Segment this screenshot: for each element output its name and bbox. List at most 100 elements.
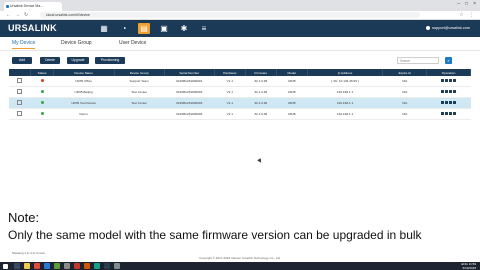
provisioning-button[interactable]: Provisioning: [95, 57, 125, 64]
delete-icon[interactable]: [453, 90, 457, 93]
file-explorer-icon[interactable]: [24, 263, 30, 269]
share-icon[interactable]: [449, 90, 453, 93]
expire-at: N/A: [382, 76, 427, 87]
hardware: V1.1: [214, 86, 246, 98]
col-device-name[interactable]: Device Name: [53, 69, 115, 76]
search-icon[interactable]: ⌕: [445, 57, 452, 64]
ip-address: [ 4G: 10.134.45.99 ]: [307, 76, 383, 87]
app-icon[interactable]: [104, 263, 110, 269]
app-icon[interactable]: [44, 263, 50, 269]
chrome-icon[interactable]: [34, 263, 40, 269]
address-bar-row: ← → ↻ cloud.ursalink.com/#!/device ☆ ⋮: [0, 11, 480, 20]
firmware: 32.1.0.96: [245, 108, 277, 120]
tab-my-device[interactable]: My Device: [12, 40, 36, 49]
device-name: Demo: [53, 108, 115, 120]
menu-icon[interactable]: ≡: [198, 23, 210, 34]
reload-icon[interactable]: ↻: [24, 12, 28, 18]
share-icon[interactable]: [449, 79, 453, 82]
user-account[interactable]: support@ursalink.com: [426, 26, 470, 30]
delete-icon[interactable]: [453, 101, 457, 104]
col-hardware[interactable]: Hardware: [214, 69, 246, 76]
status-offline-dot: [40, 79, 44, 82]
mouse-cursor-icon: [257, 158, 263, 164]
settings-icon[interactable]: [444, 90, 448, 93]
row-checkbox[interactable]: [17, 111, 23, 116]
delete-icon[interactable]: [453, 79, 457, 82]
app-header: URSALINK ▦ ◔ ▤ ▣ ✱ ≡ support@ursalink.co…: [0, 20, 480, 37]
back-icon[interactable]: ←: [6, 12, 11, 18]
device-name: UR35 Test Device: [53, 97, 115, 109]
operation-icons: [426, 97, 471, 109]
settings-icon[interactable]: ✱: [178, 23, 190, 34]
search-input[interactable]: Search: [397, 57, 439, 64]
system-tray[interactable]: ENG 11:59 6/19/2018: [461, 262, 476, 270]
firmware: 32.1.0.96: [245, 76, 277, 87]
tab-device-group[interactable]: Device Group: [61, 40, 92, 46]
forward-icon[interactable]: →: [15, 12, 20, 18]
status-online-dot: [40, 101, 44, 104]
row-checkbox[interactable]: [17, 100, 23, 105]
table-row-selected[interactable]: UR35 Test Device Test Center 6216B123400…: [9, 97, 471, 109]
task-icon[interactable]: ▣: [158, 23, 170, 34]
locate-icon[interactable]: [440, 90, 444, 93]
col-ip-address[interactable]: Ip Address: [307, 69, 384, 76]
start-icon[interactable]: [3, 263, 8, 269]
delete-button[interactable]: Delete: [40, 57, 60, 64]
upgrade-button[interactable]: Upgrade: [67, 57, 89, 64]
hardware: V1.1: [214, 97, 246, 109]
share-icon[interactable]: [449, 112, 453, 115]
row-checkbox[interactable]: [17, 78, 23, 83]
sub-navigation: My Device Device Group User Device: [0, 37, 480, 51]
col-select[interactable]: [9, 69, 32, 76]
locate-icon[interactable]: [440, 79, 444, 82]
model: UR35: [276, 108, 308, 120]
user-email: support@ursalink.com: [432, 26, 470, 30]
browser-tab[interactable]: Ursalink Device Ma...: [4, 2, 62, 11]
table-row[interactable]: Demo 6216B1234000004 V1.1 32.1.0.96 UR35…: [9, 108, 471, 120]
col-firmware[interactable]: Firmware: [245, 69, 277, 76]
device-group: Test Center: [114, 86, 165, 98]
app-icon[interactable]: [114, 263, 120, 269]
devices-icon[interactable]: ▤: [138, 23, 150, 34]
task-view-icon[interactable]: [14, 263, 20, 269]
app-icon[interactable]: [74, 263, 80, 269]
close-window-icon[interactable]: ×: [473, 1, 476, 7]
locate-icon[interactable]: [440, 101, 444, 104]
hardware: V1.1: [214, 108, 246, 120]
operation-icons: [426, 76, 471, 87]
status-online-dot: [40, 90, 44, 93]
ip-address: 192.168.1.1: [307, 108, 383, 120]
dashboard-icon[interactable]: ▦: [98, 23, 110, 34]
expire-at: N/A: [382, 108, 427, 120]
settings-icon[interactable]: [444, 79, 448, 82]
col-expire-at[interactable]: Expire At: [382, 69, 428, 76]
locate-icon[interactable]: [440, 112, 444, 115]
col-serial-number[interactable]: Serial Number: [164, 69, 215, 76]
serial-number: 6216B1234000002: [164, 86, 215, 98]
app-icon[interactable]: [64, 263, 70, 269]
maximize-icon[interactable]: □: [465, 1, 468, 7]
delete-icon[interactable]: [453, 112, 457, 115]
minimize-icon[interactable]: –: [457, 1, 460, 7]
browser-menu-icon[interactable]: ☆ ⋮: [459, 12, 476, 18]
table-row[interactable]: UR35 Office Support Team 6216B1234000001…: [9, 76, 471, 87]
settings-icon[interactable]: [444, 112, 448, 115]
app-icon[interactable]: [54, 263, 60, 269]
col-model[interactable]: Model: [276, 69, 308, 76]
col-status[interactable]: Status: [30, 69, 54, 76]
add-button[interactable]: Add: [12, 57, 32, 64]
gauge-icon[interactable]: ◔: [118, 23, 130, 34]
settings-icon[interactable]: [444, 101, 448, 104]
app-icon[interactable]: [94, 263, 100, 269]
app-icon[interactable]: [84, 263, 90, 269]
tab-title: Ursalink Device Ma...: [10, 4, 44, 8]
url-bar[interactable]: cloud.ursalink.com/#!/device: [40, 12, 420, 18]
table-row[interactable]: UR35-Beijing Test Center 6216B1234000002…: [9, 86, 471, 98]
firmware: 32.1.0.96: [245, 86, 277, 98]
row-checkbox[interactable]: [17, 89, 23, 94]
col-device-group[interactable]: Device Group: [114, 69, 165, 76]
device-group: Support Team: [114, 76, 165, 87]
tab-user-device[interactable]: User Device: [119, 40, 146, 46]
share-icon[interactable]: [449, 101, 453, 104]
ip-address: 192.168.1.1: [307, 97, 383, 109]
